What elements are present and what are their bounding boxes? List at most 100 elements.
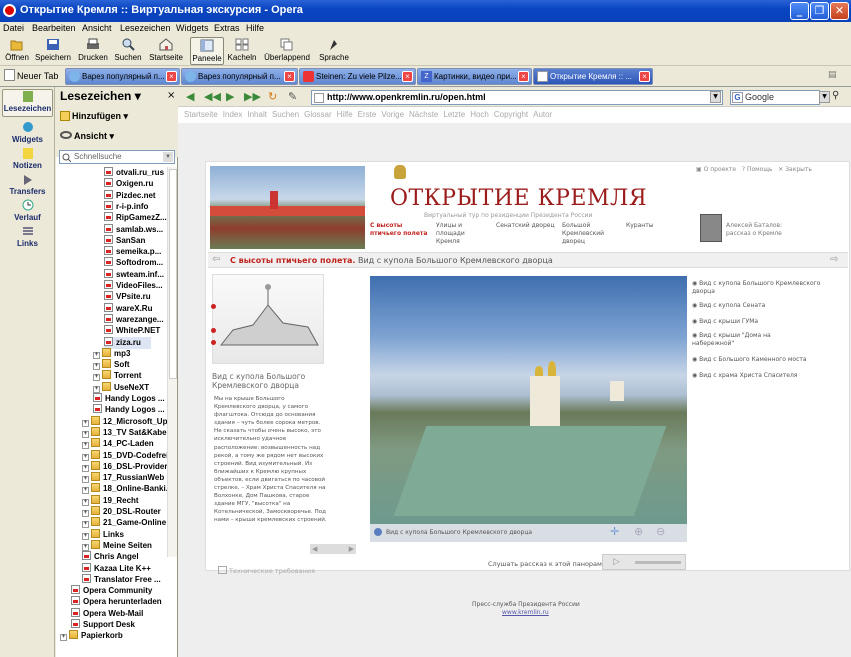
menu-widgets[interactable]: Widgets [176,23,209,33]
menu-extras[interactable]: Extras [214,23,240,33]
close-tab-icon[interactable]: × [402,71,413,82]
search-engine-field[interactable]: G Google [730,90,820,105]
bookmark-item[interactable]: Handy Logos ... [93,393,165,405]
expand-icon[interactable]: + [82,498,89,506]
nav-link[interactable]: Letzte [443,110,465,119]
close-tab-icon[interactable]: × [518,71,529,82]
bookmark-folder[interactable]: + Links [82,528,124,541]
bookmark-folder[interactable]: +21_Game-Online [82,517,166,529]
bookmark-folder[interactable]: + Torrent [93,370,141,382]
guide-link[interactable]: Алексей Баталов: рассказ о Кремле [726,222,796,238]
nav-link[interactable]: Hilfe [337,110,353,119]
expand-icon[interactable]: + [82,442,89,450]
pager-left-icon[interactable]: ◀ [312,545,317,553]
add-bookmark-button[interactable]: Hinzufügen ▾ [60,111,128,122]
bookmark-folder[interactable]: +18_Online-Banki... [82,483,172,495]
bookmark-folder[interactable]: + Soft [93,359,130,371]
view-item-2[interactable]: ◉ Вид с купола Сената [692,302,842,309]
pager-right-icon[interactable]: ▶ [349,545,354,553]
panel-title[interactable]: Lesezeichen ▾ [60,89,141,103]
close-link[interactable]: ✕ Закрыть [778,166,812,173]
expand-icon[interactable]: + [93,385,100,393]
bookmark-folder[interactable]: +12_Microsoft_Up... [82,415,174,428]
nav-link[interactable]: Startseite [184,110,218,119]
prev-arrow-icon[interactable]: ⇦ [212,254,220,265]
side-links[interactable]: Links [2,225,53,249]
view-item-3[interactable]: ◉ Вид с крыши ГУМа [692,318,842,325]
expand-icon[interactable]: + [93,363,100,371]
bookmark-item[interactable]: Opera Community [71,585,152,597]
bookmark-item[interactable]: Handy Logos ... [93,404,165,416]
tab-1[interactable]: Варез популярный п... × [65,68,180,85]
bookmark-folder[interactable]: + mp3 [93,347,130,360]
bookmark-folder[interactable]: +16_DSL-Provider [82,460,167,473]
nav-link[interactable]: Vorige [381,110,404,119]
bookmark-item[interactable]: Opera Web-Mail [71,607,143,620]
audio-progress[interactable] [635,561,681,564]
bookmark-folder[interactable]: + UseNeXT [93,381,149,394]
print-button[interactable]: Drucken [75,37,111,65]
expand-icon[interactable]: + [82,532,89,540]
tab-5-active[interactable]: Открытие Кремля :: ... × [533,68,653,85]
bookmark-item[interactable]: VideoFiles... [104,280,163,292]
bookmark-item[interactable]: Softodrom... [104,257,163,269]
expand-icon[interactable]: + [82,510,89,517]
bookmark-item[interactable]: samlab.ws... [104,223,163,236]
view-item-6[interactable]: ◉ Вид с храма Христа Спасителя [692,372,842,379]
tech-requirements-link[interactable]: Технические требования [218,566,315,575]
zoom-in-icon[interactable]: ⊕ [634,525,643,538]
close-tab-icon[interactable]: × [284,71,295,82]
about-link[interactable]: ▣ О проекте [696,166,736,173]
bookmark-folder[interactable]: + Papierkorb [60,630,123,642]
bookmark-item[interactable]: VPsite.ru [104,291,151,303]
expand-icon[interactable]: + [82,476,89,484]
bookmark-item[interactable]: Translator Free ... [82,573,161,586]
menu-lesezeichen[interactable]: Lesezeichen [120,23,171,33]
nav-link[interactable]: Inhalt [247,110,267,119]
cascade-button[interactable]: Überlappend [260,37,314,65]
footer-link[interactable]: www.kremlin.ru [502,609,549,616]
bookmark-item[interactable]: warezange... [104,313,164,326]
rewind-icon[interactable]: ◀◀ [204,90,221,103]
search-button[interactable]: Suchen [113,37,143,65]
save-button[interactable]: Speichern [34,37,72,65]
minimize-button[interactable]: _ [790,2,809,20]
bookmark-item[interactable]: RipGamezZ... [104,212,167,224]
zoom-out-icon[interactable]: ⊖ [656,525,665,538]
home-button[interactable]: Startseite [145,37,187,65]
panels-button[interactable]: Paneele [190,37,224,65]
menu-bearbeiten[interactable]: Bearbeiten [32,23,76,33]
open-button[interactable]: Öffnen [2,37,32,65]
view-item-1[interactable]: ◉ Вид с купола Большого Кремлевского дво… [692,280,842,296]
edit-icon[interactable]: ✎ [288,90,297,103]
menu-senate[interactable]: Сенатский дворец [496,222,556,230]
hotspot-dot[interactable] [211,340,216,345]
menu-chimes[interactable]: Куранты [626,222,666,230]
scrollbar-thumb[interactable] [169,169,177,379]
window-titlebar[interactable]: Открытие Кремля :: Виртуальная экскурсия… [0,0,851,22]
bookmark-folder[interactable]: +19_Recht [82,494,139,507]
view-item-4[interactable]: ◉ Вид с крыши "Дома на набережной" [692,332,802,348]
tile-button[interactable]: Kacheln [226,37,258,65]
tab-3[interactable]: Steinen: Zu viele Pilze... × [299,68,416,85]
side-transfers[interactable]: Transfers [2,173,53,197]
dropdown-arrow-icon[interactable]: ▼ [163,152,173,162]
view-item-5[interactable]: ◉ Вид с Большого Каменного моста [692,356,842,363]
bookmark-item[interactable]: r-i-p.info [104,200,148,213]
nav-link[interactable]: Autor [533,110,552,119]
expand-icon[interactable]: + [82,543,89,551]
menu-birdseye[interactable]: С высоты птичьего полета [370,222,430,238]
nav-link[interactable]: Suchen [272,110,299,119]
back-icon[interactable]: ◀ [186,90,194,103]
menu-ansicht[interactable]: Ansicht [82,23,112,33]
side-history[interactable]: Verlauf [2,199,53,223]
menu-streets[interactable]: Улицы и площади Кремля [436,222,488,246]
bookmark-item[interactable]: Oxigen.ru [104,178,153,190]
forward-icon[interactable]: ▶ [226,90,234,103]
close-panel-icon[interactable]: × [167,90,175,101]
play-icon[interactable]: ▷ [613,557,620,567]
nav-link[interactable]: Glossar [304,110,332,119]
bookmark-item[interactable]: Support Desk [71,619,135,631]
bookmark-item[interactable]: ziza.ru [104,336,151,349]
new-tab-button[interactable]: Neuer Tab [4,69,58,81]
